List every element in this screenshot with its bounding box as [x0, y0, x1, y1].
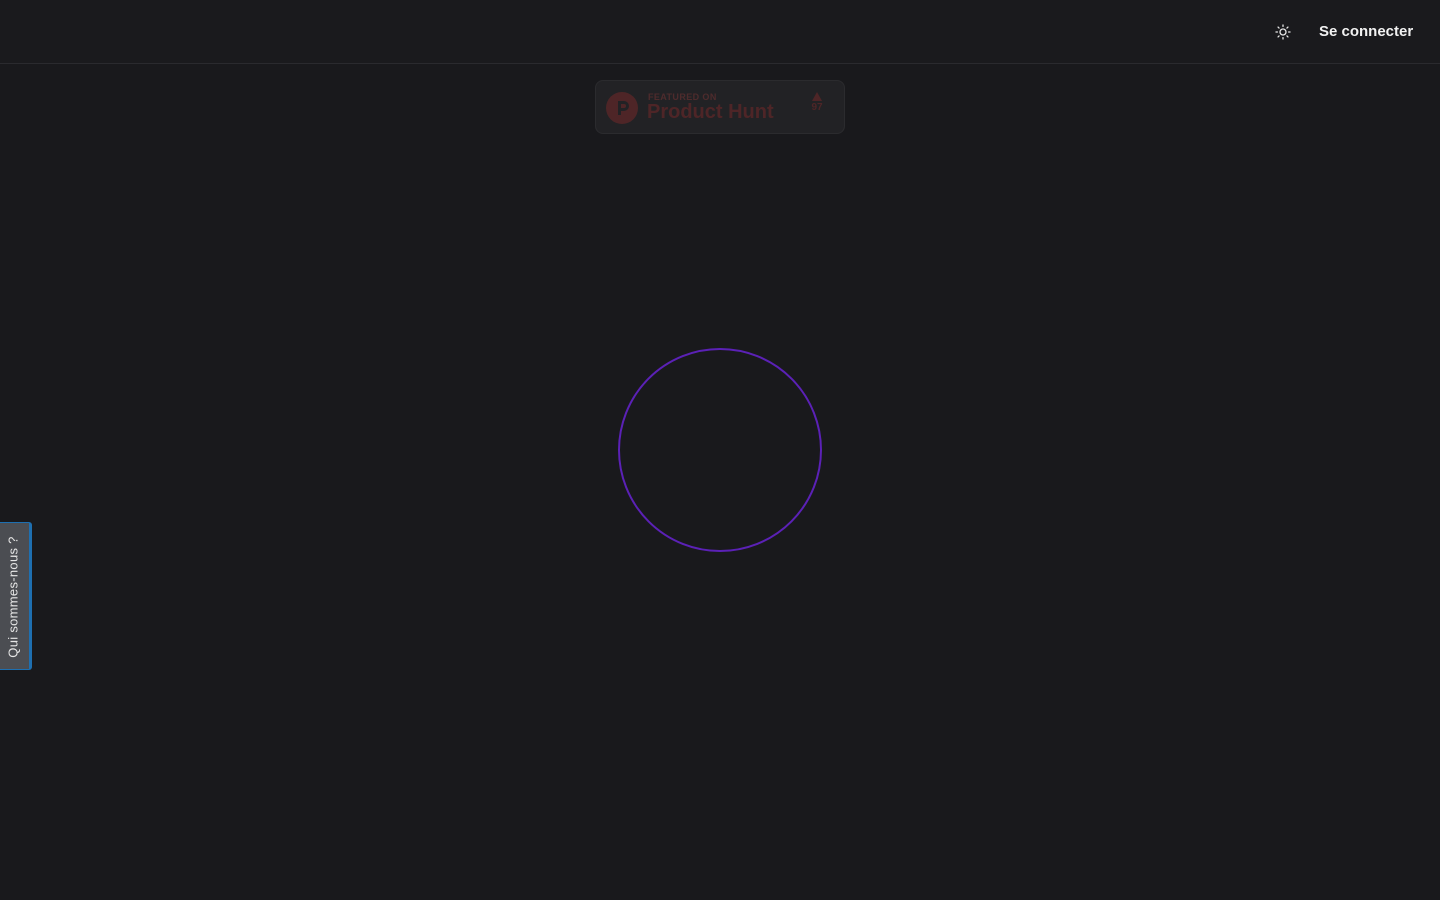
product-hunt-vote-count: 97 [811, 102, 823, 113]
product-hunt-votes: 97 [804, 92, 830, 124]
login-link[interactable]: Se connecter [1319, 21, 1413, 43]
about-us-side-tab[interactable]: Qui sommes-nous ? [0, 522, 32, 670]
product-hunt-logo-icon [606, 92, 638, 124]
loading-spinner [618, 348, 822, 552]
sun-icon [1275, 24, 1291, 40]
about-us-label: Qui sommes-nous ? [5, 536, 21, 658]
product-hunt-badge[interactable]: FEATURED ON Product Hunt 97 [595, 80, 845, 134]
theme-toggle-button[interactable] [1271, 20, 1295, 44]
top-navbar: Se connecter [0, 0, 1440, 64]
triangle-up-icon [812, 92, 822, 101]
product-hunt-name: Product Hunt [647, 101, 774, 123]
